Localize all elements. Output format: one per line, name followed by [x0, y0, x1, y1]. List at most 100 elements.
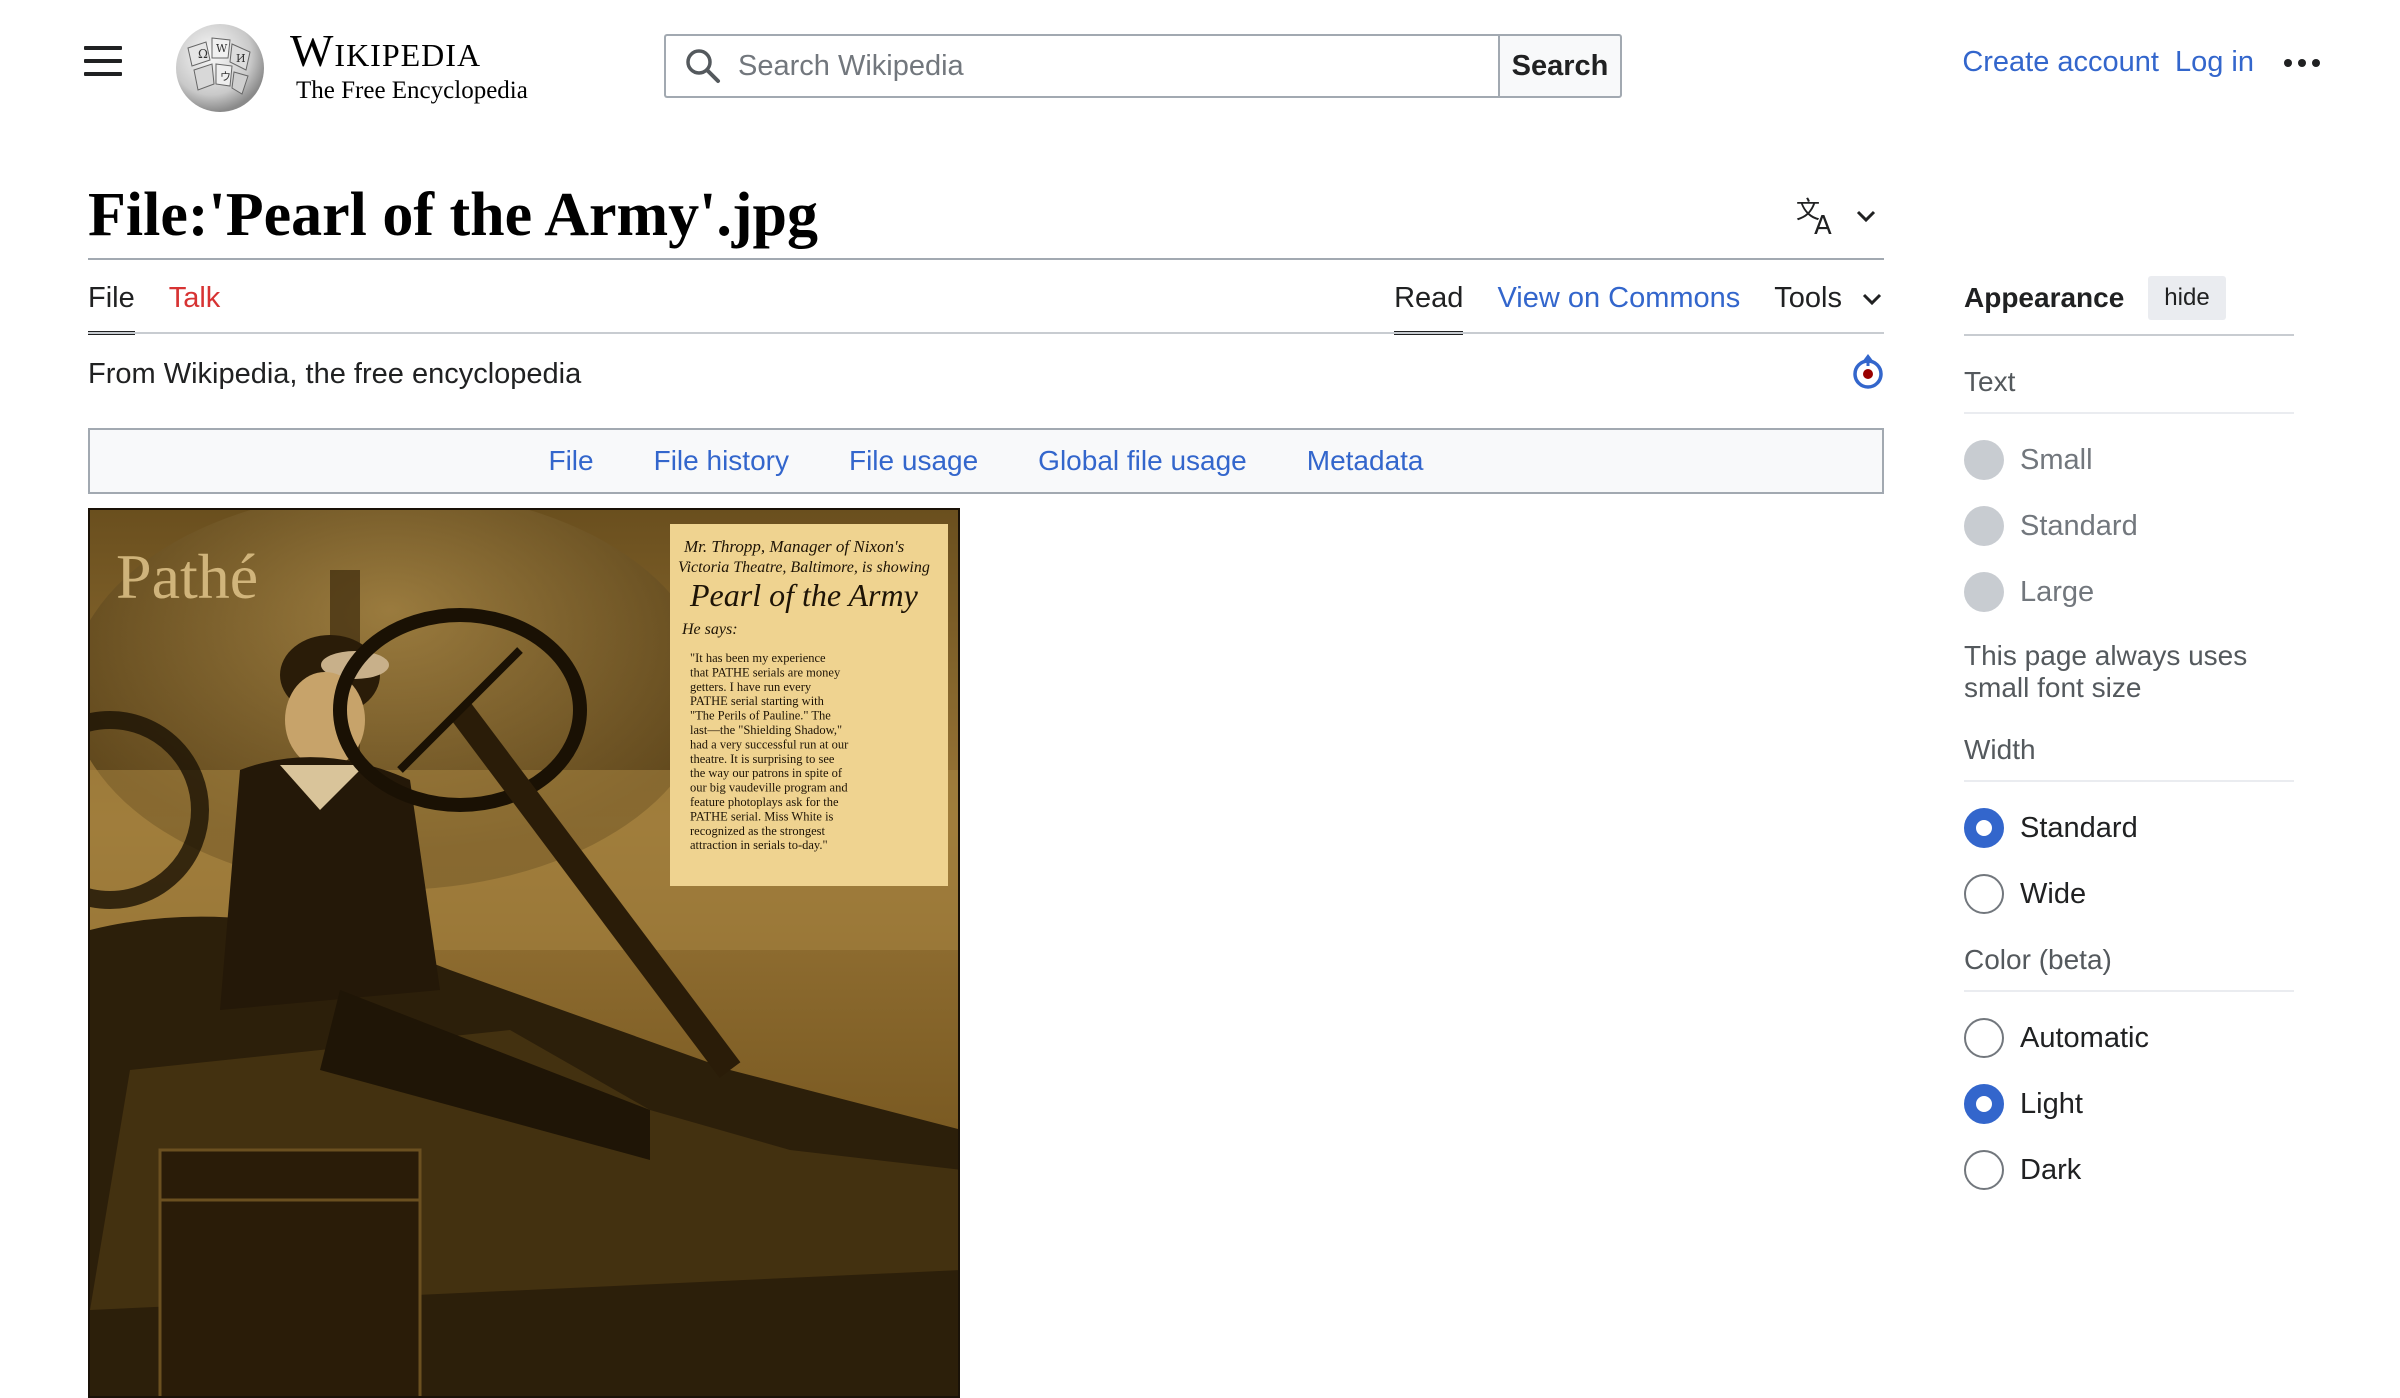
svg-text:Ω: Ω [198, 47, 208, 61]
clipping-body-line: recognized as the strongest [690, 824, 826, 838]
tab-read[interactable]: Read [1394, 282, 1464, 335]
appearance-panel: Appearance hide Text Small Standard Larg… [1964, 276, 2294, 1190]
width-wide-option[interactable]: Wide [1964, 874, 2294, 914]
clipping-body-line: PATHE serial starting with [690, 694, 825, 708]
tab-talk[interactable]: Talk [169, 282, 221, 335]
clipping-body-line: last—the "Shielding Shadow," [690, 723, 842, 737]
clipping-body-line: theatre. It is surprising to see [690, 752, 835, 766]
clipping-heading-1: Mr. Thropp, Manager of Nixon's [683, 537, 905, 556]
color-light-option[interactable]: Light [1964, 1084, 2294, 1124]
wikipedia-logo[interactable]: Ω W И ウ Wikipedia The Free Encyclopedia [168, 18, 528, 114]
radio-width-standard[interactable] [1964, 808, 2004, 848]
create-account-link[interactable]: Create account [1962, 46, 2159, 79]
clipping-body-line: had a very successful run at our [690, 737, 849, 751]
radio-standard[interactable] [1964, 506, 2004, 546]
clipping-body-line: the way our patrons in spite of [690, 766, 843, 780]
wordmark: Wikipedia The Free Encyclopedia [290, 26, 528, 106]
clipping-body-line: "It has been my experience [690, 651, 826, 665]
clipping-heading-2: Victoria Theatre, Baltimore, is showing [678, 559, 930, 576]
width-standard-option[interactable]: Standard [1964, 808, 2294, 848]
text-size-large-option[interactable]: Large [1964, 572, 2294, 612]
user-links: Create account Log in [1962, 46, 2400, 79]
clipping-says: He says: [681, 621, 738, 638]
namespace-tabs: File Talk [88, 282, 254, 335]
color-label: Color (beta) [1964, 944, 2294, 992]
text-size-standard-option[interactable]: Standard [1964, 506, 2294, 546]
chevron-down-icon [1862, 293, 1882, 305]
file-image[interactable]: Pathé Mr. Thropp, Manager of Nixon's Vic… [88, 508, 960, 1398]
main-menu-button[interactable] [84, 46, 132, 86]
radio-large[interactable] [1964, 572, 2004, 612]
pearl-of-the-army-photo: Pathé Mr. Thropp, Manager of Nixon's Vic… [90, 510, 958, 1396]
option-label: Automatic [2020, 1021, 2149, 1054]
clipping-body-line: "The Perils of Pauline." The [690, 709, 831, 723]
tab-view-on-commons[interactable]: View on Commons [1497, 282, 1740, 331]
radio-width-wide[interactable] [1964, 874, 2004, 914]
option-label: Small [2020, 443, 2093, 476]
radio-color-light[interactable] [1964, 1084, 2004, 1124]
search-form: Search [664, 34, 1622, 98]
svg-text:И: И [236, 52, 246, 65]
text-size-small-option[interactable]: Small [1964, 440, 2294, 480]
search-icon [686, 49, 720, 83]
clipping-body-line: that PATHE serials are money [690, 665, 841, 679]
appearance-divider [1964, 334, 2294, 336]
svg-text:W: W [216, 42, 228, 55]
option-label: Standard [2020, 509, 2138, 542]
pathe-brand-text: Pathé [116, 541, 258, 612]
option-label: Large [2020, 575, 2095, 608]
toc-file-link[interactable]: File [548, 445, 593, 477]
hamburger-icon-bar [84, 46, 122, 50]
clipping-body-line: our big vaudeville program and [690, 781, 848, 795]
appearance-title: Appearance [1964, 282, 2125, 313]
title-divider [88, 258, 1884, 260]
toc-metadata-link[interactable]: Metadata [1307, 445, 1424, 477]
color-dark-option[interactable]: Dark [1964, 1150, 2294, 1190]
commons-icon[interactable] [1850, 352, 1886, 392]
clipping-body-line: PATHE serial. Miss White is [690, 809, 834, 823]
tools-label: Tools [1774, 282, 1842, 314]
language-button[interactable]: 文 A [1796, 196, 1878, 236]
radio-color-automatic[interactable] [1964, 1018, 2004, 1058]
search-input[interactable] [738, 49, 1498, 83]
hamburger-icon-bar [84, 59, 122, 63]
text-size-label: Text [1964, 366, 2294, 414]
clipping-title: Pearl of the Army [689, 577, 919, 613]
appearance-header: Appearance hide [1964, 276, 2294, 320]
search-field[interactable] [664, 34, 1498, 98]
toc-global-file-usage-link[interactable]: Global file usage [1038, 445, 1247, 477]
tabs-divider [88, 332, 1884, 334]
more-options-icon[interactable] [2284, 58, 2320, 67]
file-toc: File File history File usage Global file… [88, 428, 1884, 494]
svg-text:A: A [1814, 211, 1832, 236]
tab-file[interactable]: File [88, 282, 135, 335]
logo-title: Wikipedia [290, 25, 482, 76]
radio-small[interactable] [1964, 440, 2004, 480]
clipping-body-line: feature photoplays ask for the [690, 795, 839, 809]
log-in-link[interactable]: Log in [2175, 46, 2254, 79]
tools-dropdown[interactable]: Tools [1774, 282, 1884, 331]
page-title: File:'Pearl of the Army'.jpg [88, 181, 819, 249]
option-label: Dark [2020, 1153, 2082, 1186]
hamburger-icon-bar [84, 72, 122, 76]
chevron-down-icon [1856, 210, 1876, 223]
radio-color-dark[interactable] [1964, 1150, 2004, 1190]
svg-text:ウ: ウ [220, 70, 231, 83]
option-label: Standard [2020, 811, 2138, 844]
text-size-note: This page always uses small font size [1964, 640, 2248, 703]
option-label: Wide [2020, 877, 2087, 910]
site-tagline: From Wikipedia, the free encyclopedia [88, 358, 582, 390]
width-label: Width [1964, 734, 2294, 782]
search-button[interactable]: Search [1498, 34, 1622, 98]
toc-file-usage-link[interactable]: File usage [849, 445, 978, 477]
toc-file-history-link[interactable]: File history [654, 445, 789, 477]
appearance-hide-button[interactable]: hide [2148, 276, 2226, 320]
clipping-body-line: getters. I have run every [690, 680, 812, 694]
translate-icon: 文 A [1796, 196, 1832, 236]
view-tabs: Read View on Commons Tools [1360, 282, 1884, 335]
option-label: Light [2020, 1087, 2083, 1120]
wikipedia-globe-icon: Ω W И ウ [176, 24, 264, 112]
clipping-body-line: attraction in serials to-day." [690, 838, 828, 852]
logo-tagline: The Free Encyclopedia [296, 77, 528, 104]
color-automatic-option[interactable]: Automatic [1964, 1018, 2294, 1058]
